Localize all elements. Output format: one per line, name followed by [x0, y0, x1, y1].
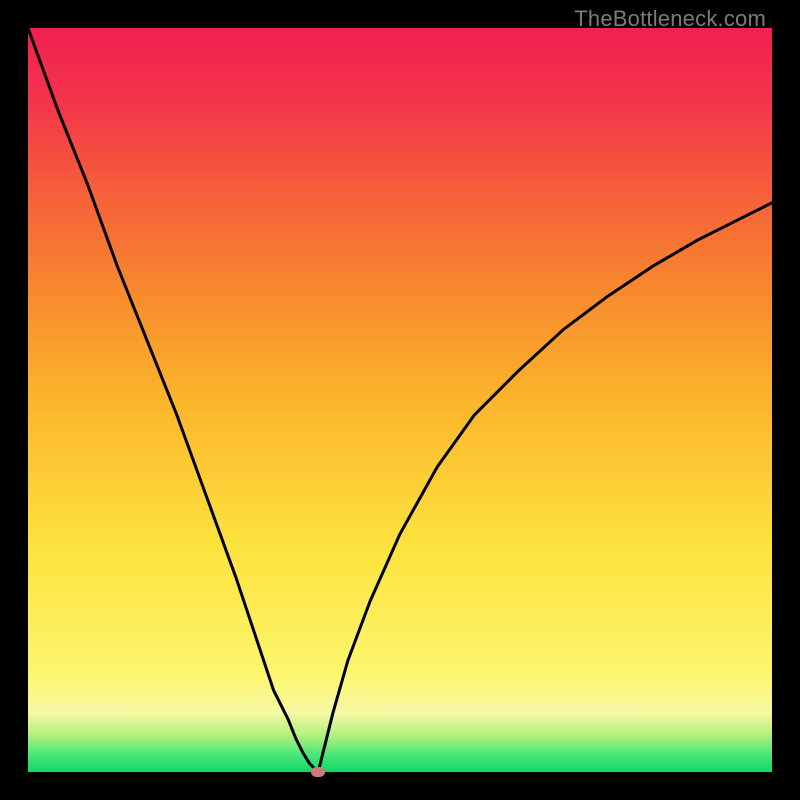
- curve-svg: [28, 28, 772, 772]
- plot-area: [28, 28, 772, 772]
- watermark-text: TheBottleneck.com: [574, 6, 766, 32]
- minimum-marker: [311, 767, 325, 777]
- bottleneck-curve: [28, 28, 772, 772]
- chart-frame: TheBottleneck.com: [0, 0, 800, 800]
